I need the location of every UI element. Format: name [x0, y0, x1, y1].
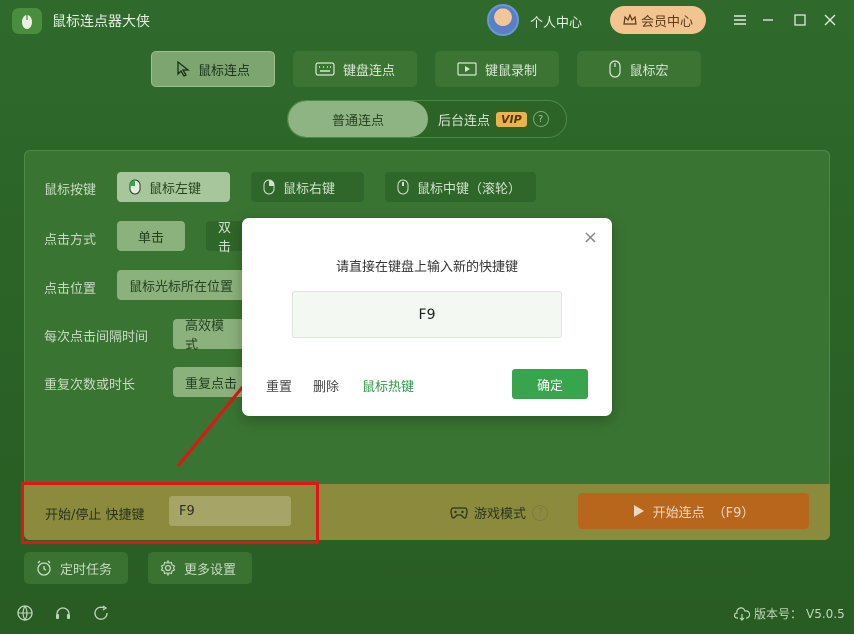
- dialog-prompt: 请直接在键盘上输入新的快捷键: [335, 260, 518, 275]
- delete-link[interactable]: 删除: [313, 376, 339, 395]
- app-window: 鼠标连点器大侠 个人中心 会员中心 鼠标连点 键盘连点 键鼠录制 鼠标宏 普通连…: [0, 0, 854, 634]
- mouse-hotkey-link[interactable]: 鼠标热键: [362, 376, 414, 395]
- confirm-button[interactable]: 确定: [512, 369, 588, 399]
- hotkey-capture-field[interactable]: F9: [292, 291, 562, 338]
- hotkey-dialog: × 请直接在键盘上输入新的快捷键 F9 重置 删除 鼠标热键 确定: [242, 218, 612, 416]
- reset-link[interactable]: 重置: [266, 376, 292, 395]
- dialog-close-icon[interactable]: ×: [583, 228, 598, 248]
